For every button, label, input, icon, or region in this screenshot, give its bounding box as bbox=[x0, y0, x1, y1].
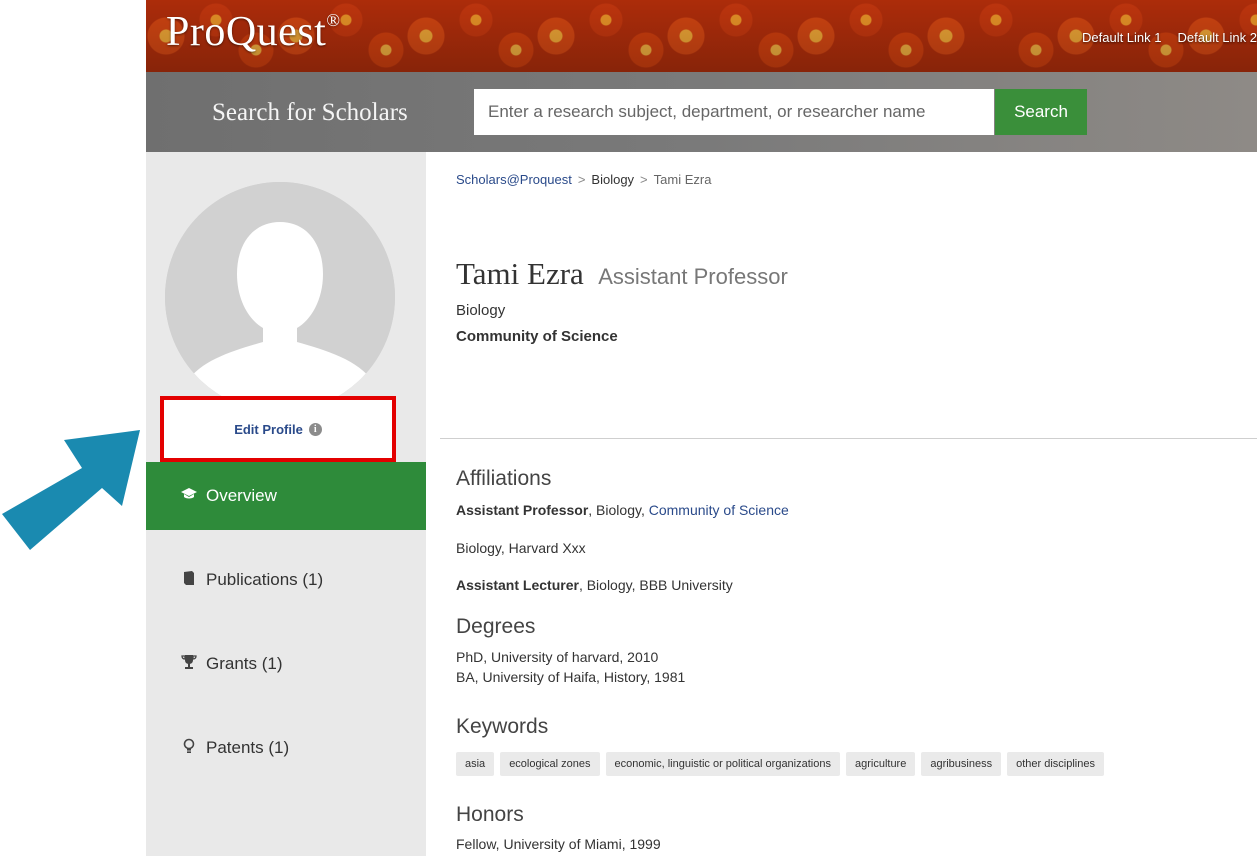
profile-rank: Assistant Professor bbox=[598, 264, 788, 289]
lightbulb-icon bbox=[178, 738, 200, 758]
edit-profile-highlight: Edit Profile i bbox=[160, 396, 396, 462]
degree-item: PhD, University of harvard, 2010 bbox=[456, 649, 659, 665]
keyword-list: asia ecological zones economic, linguist… bbox=[456, 752, 1104, 776]
info-icon[interactable]: i bbox=[308, 422, 322, 436]
keyword-tag[interactable]: ecological zones bbox=[500, 752, 600, 776]
breadcrumb-current: Tami Ezra bbox=[653, 172, 712, 187]
sidebar-item-label: Grants (1) bbox=[206, 654, 283, 673]
affiliation-item: Assistant Professor, Biology, Community … bbox=[456, 502, 789, 518]
degrees-heading: Degrees bbox=[456, 615, 536, 638]
search-title: Search for Scholars bbox=[212, 99, 408, 126]
affiliations-heading: Affiliations bbox=[456, 467, 552, 490]
book-icon bbox=[178, 571, 200, 589]
breadcrumb-biology[interactable]: Biology bbox=[591, 172, 634, 187]
profile-organization: Community of Science bbox=[456, 328, 618, 345]
breadcrumb-separator: > bbox=[577, 172, 586, 187]
avatar bbox=[165, 182, 395, 412]
affiliation-detail: Biology, Harvard Xxx bbox=[456, 540, 586, 556]
breadcrumb: Scholars@Proquest > Biology > Tami Ezra bbox=[456, 172, 711, 187]
keyword-tag[interactable]: other disciplines bbox=[1007, 752, 1104, 776]
search-band: Search for Scholars Search bbox=[146, 72, 1257, 152]
default-link-2[interactable]: Default Link 2 bbox=[1178, 30, 1257, 45]
affiliation-org-link[interactable]: Community of Science bbox=[649, 502, 789, 518]
keyword-tag[interactable]: agribusiness bbox=[921, 752, 1002, 776]
keyword-tag[interactable]: asia bbox=[456, 752, 495, 776]
affiliation-detail: , Biology, BBB University bbox=[578, 577, 733, 593]
logo-text: ProQuest bbox=[166, 9, 327, 55]
profile-heading: Tami Ezra Assistant Professor bbox=[456, 256, 788, 292]
honors-heading: Honors bbox=[456, 803, 524, 826]
search-input[interactable] bbox=[474, 89, 994, 135]
keyword-tag[interactable]: economic, linguistic or political organi… bbox=[605, 752, 840, 776]
search-button[interactable]: Search bbox=[995, 89, 1087, 135]
sidebar-item-label: Overview bbox=[206, 486, 277, 505]
affiliation-item: Assistant Lecturer, Biology, BBB Univers… bbox=[456, 577, 733, 593]
trophy-icon bbox=[178, 654, 200, 674]
honor-item: Fellow, University of Miami, 1999 bbox=[456, 836, 661, 852]
logo-registered-mark: ® bbox=[326, 10, 341, 30]
graduation-cap-icon bbox=[178, 487, 200, 505]
affiliation-item: Biology, Harvard Xxx bbox=[456, 540, 586, 556]
default-user-silhouette-icon bbox=[165, 182, 395, 412]
affiliation-role: Assistant Professor bbox=[456, 502, 589, 518]
default-link-1[interactable]: Default Link 1 bbox=[1082, 30, 1162, 45]
header-banner: ProQuest® Default Link 1 Default Link 2 bbox=[146, 0, 1257, 72]
section-divider bbox=[440, 438, 1257, 439]
sidebar-item-label: Publications (1) bbox=[206, 570, 324, 589]
sidebar-item-label: Patents (1) bbox=[206, 738, 290, 757]
profile-department: Biology bbox=[456, 302, 506, 319]
breadcrumb-scholars[interactable]: Scholars@Proquest bbox=[456, 172, 572, 187]
top-links: Default Link 1 Default Link 2 bbox=[1082, 30, 1257, 45]
sidebar-item-patents[interactable]: Patents (1) bbox=[146, 714, 426, 782]
profile-name: Tami Ezra bbox=[456, 256, 584, 291]
degree-item: BA, University of Haifa, History, 1981 bbox=[456, 669, 686, 685]
sidebar-item-grants[interactable]: Grants (1) bbox=[146, 630, 426, 698]
sidebar-item-publications[interactable]: Publications (1) bbox=[146, 546, 426, 614]
keyword-tag[interactable]: agriculture bbox=[845, 752, 916, 776]
profile-sidebar: Edit Profile i Overview Publications (1)… bbox=[146, 152, 426, 856]
sidebar-item-overview[interactable]: Overview bbox=[146, 462, 426, 530]
affiliation-role: Assistant Lecturer bbox=[456, 577, 579, 593]
edit-profile-link[interactable]: Edit Profile bbox=[234, 422, 303, 437]
breadcrumb-separator: > bbox=[640, 172, 648, 187]
keywords-heading: Keywords bbox=[456, 715, 549, 738]
annotation-arrow-icon bbox=[2, 430, 140, 550]
affiliation-detail: , Biology, bbox=[588, 502, 649, 518]
proquest-logo[interactable]: ProQuest® bbox=[166, 8, 341, 56]
